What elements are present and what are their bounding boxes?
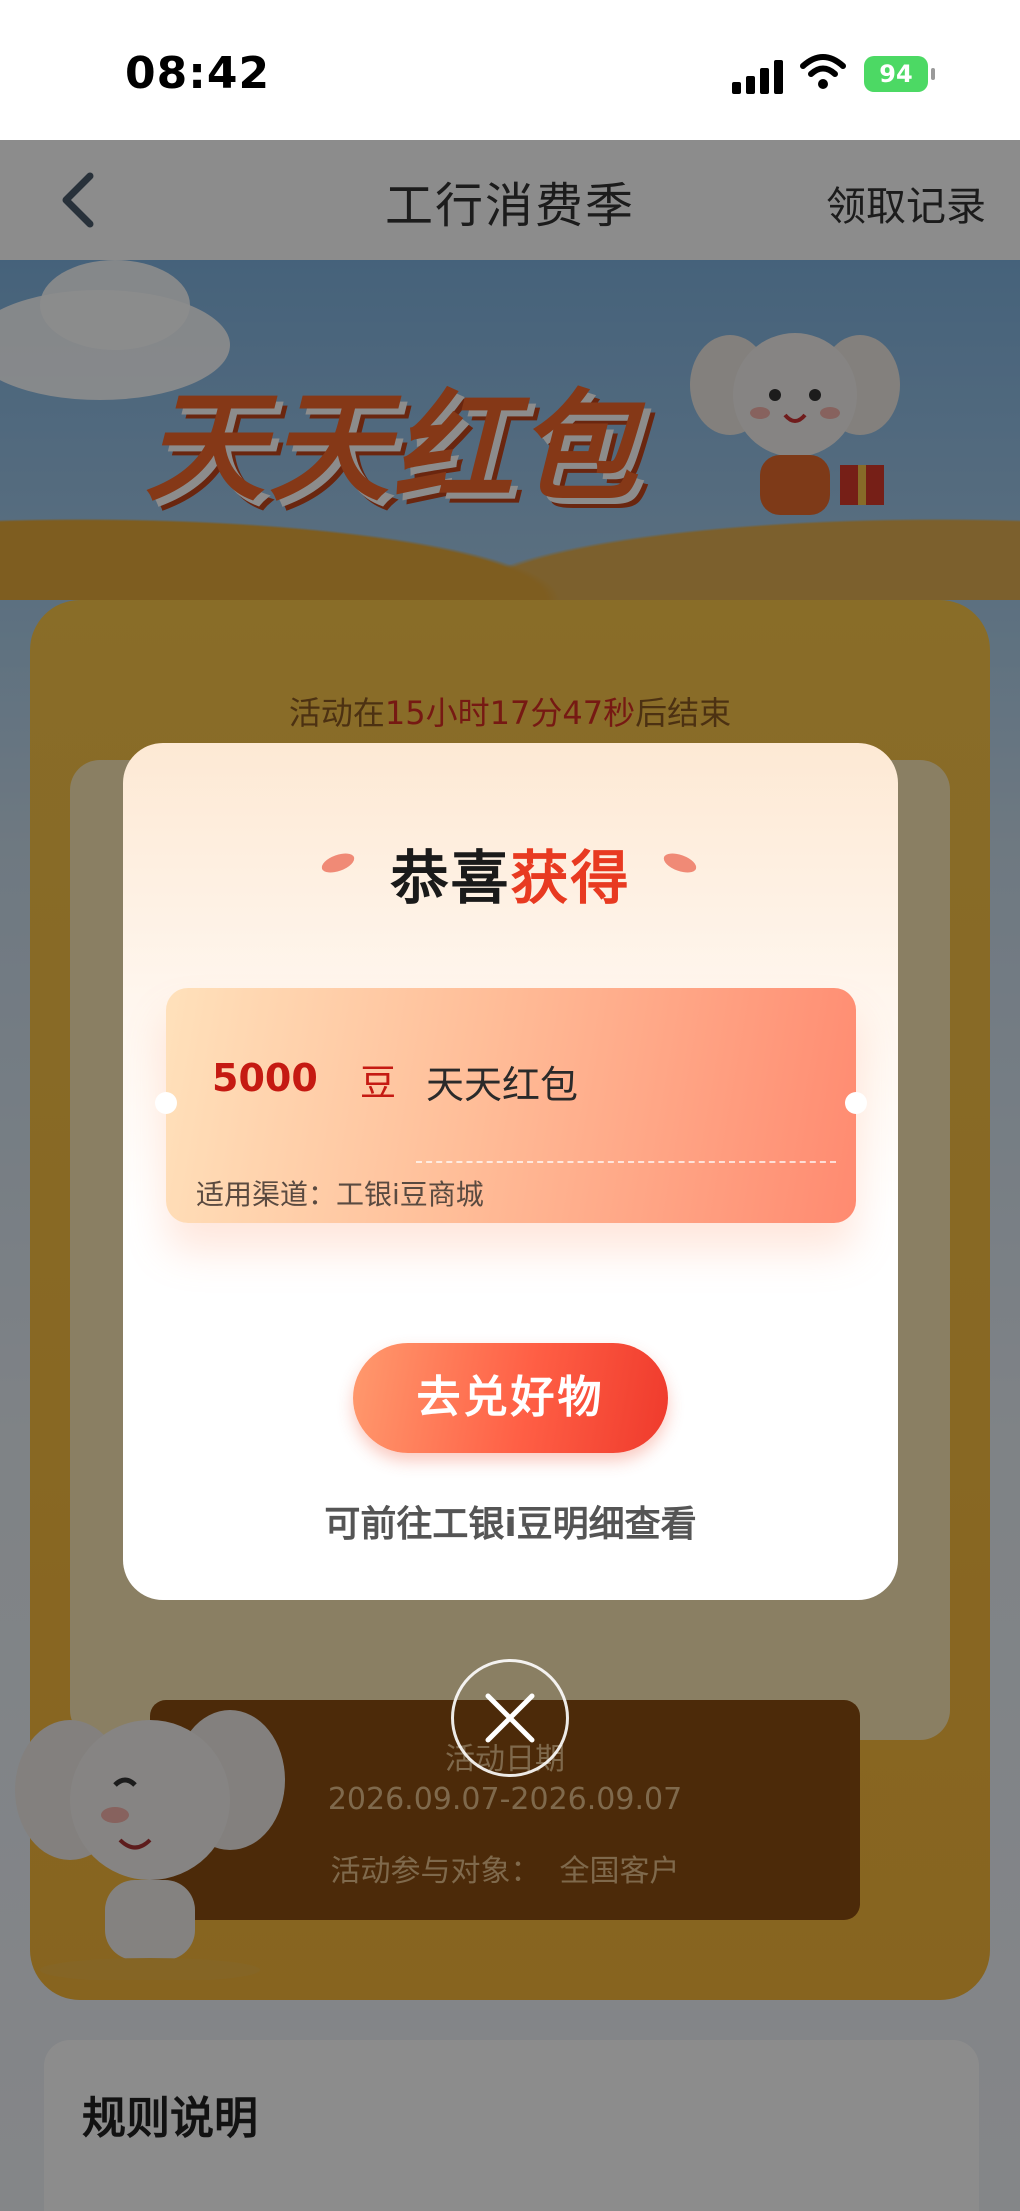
coupon-divider — [416, 1161, 836, 1163]
modal-title: 恭喜获得 — [390, 844, 631, 912]
status-time: 08:42 — [125, 48, 271, 99]
details-hint: 可前往工银i豆明细查看 — [324, 1504, 697, 1545]
close-modal-button[interactable] — [451, 1659, 569, 1777]
redeem-button[interactable]: 去兑好物 — [353, 1343, 668, 1453]
cellular-signal-icon — [732, 58, 786, 94]
battery-icon: 94 — [864, 56, 935, 92]
coupon-channel: 适用渠道：工银i豆商城 — [196, 1178, 484, 1211]
coupon-amount: 5000 — [212, 1056, 318, 1100]
coupon-card: 5000 豆 天天红包 适用渠道：工银i豆商城 — [155, 988, 867, 1223]
close-icon — [485, 1693, 535, 1743]
reward-modal: 恭喜获得 5000 豆 天天红包 适用渠道：工银i豆商城 去兑好物 可前往工银i… — [123, 743, 898, 1600]
wifi-icon — [800, 54, 846, 89]
coupon-name: 天天红包 — [426, 1063, 579, 1107]
coupon-unit: 豆 — [360, 1063, 397, 1104]
status-bar: 08:42 94 — [0, 0, 1020, 140]
